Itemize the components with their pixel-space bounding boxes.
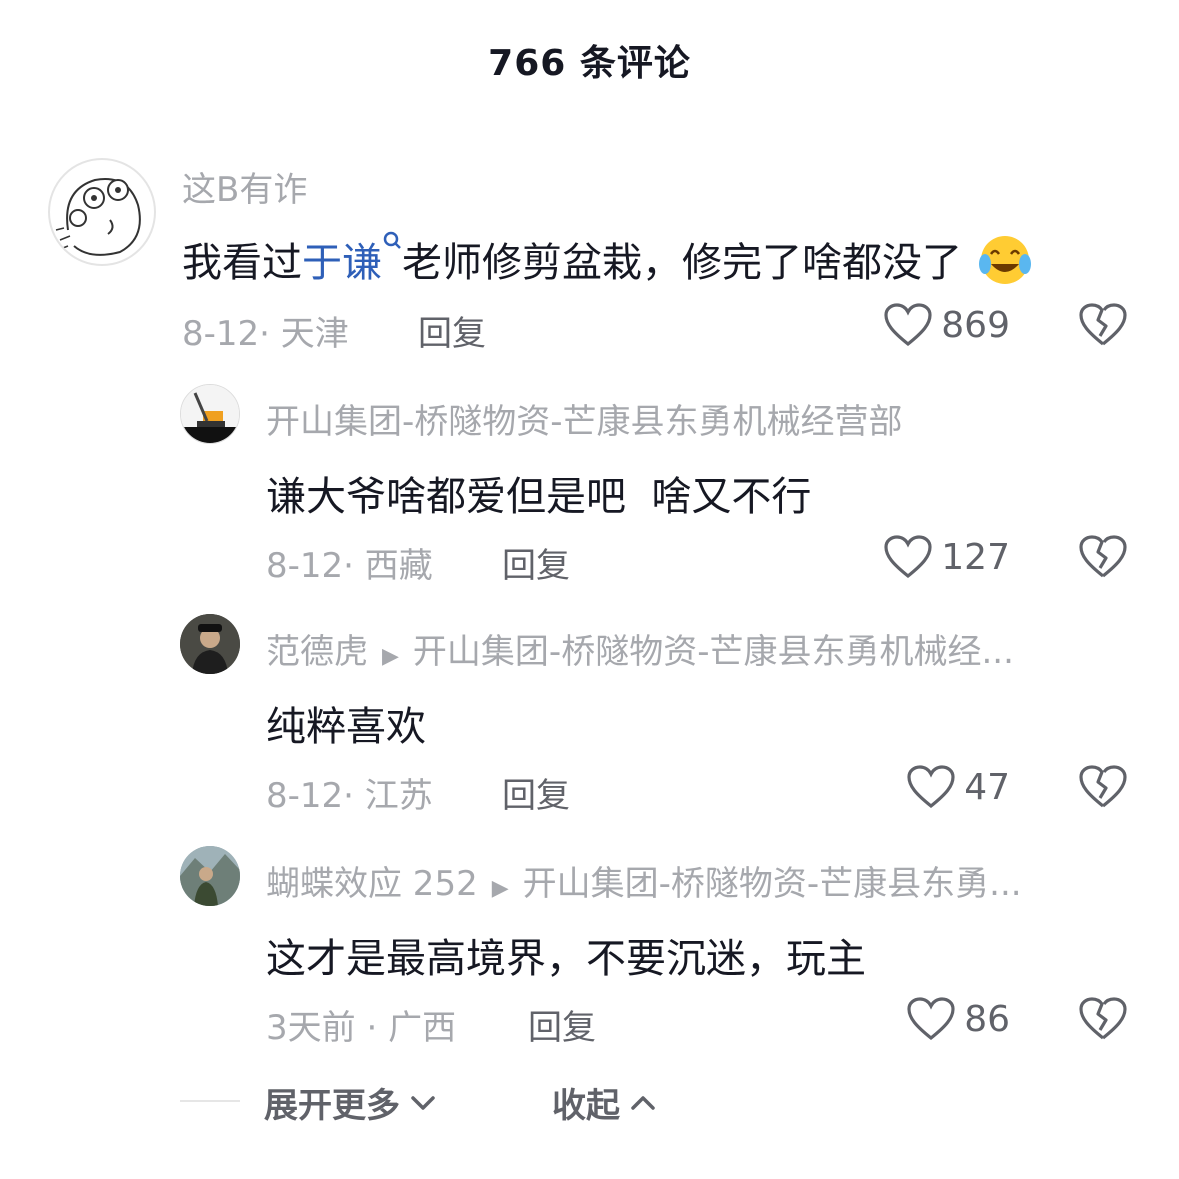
like-button[interactable]: 869 xyxy=(810,302,1010,348)
reply-item: 蝴蝶效应 252 ▶ 开山集团-桥隧物资-芒康县东勇... 这才是最高境界，不要沉迷… xyxy=(0,844,1179,1048)
divider-line xyxy=(180,1100,240,1102)
dislike-button[interactable] xyxy=(1078,302,1128,352)
rage-face-avatar-icon xyxy=(55,178,141,256)
person-avatar-icon xyxy=(180,614,240,674)
chevron-up-icon xyxy=(631,1095,655,1110)
reply-meta: 8-12· 西藏 xyxy=(266,546,433,586)
comment-date: 8-12 xyxy=(182,314,260,354)
comment-username[interactable]: 这B有诈 xyxy=(182,162,782,211)
comment-meta: 8-12· 天津 xyxy=(182,314,349,354)
comment-item: 这B有诈 我看过于谦 老师修剪盆栽，修完了啥都没了 8-12· 天津 回复 869 xyxy=(0,150,1179,354)
collapse-label: 收起 xyxy=(552,1086,620,1126)
like-count: 86 xyxy=(964,998,1010,1040)
heart-icon xyxy=(907,997,955,1041)
like-button[interactable]: 86 xyxy=(810,996,1010,1042)
reply-date: 3天前 xyxy=(266,1008,356,1048)
hashtag-link[interactable]: 于谦 xyxy=(302,240,382,286)
broken-heart-icon xyxy=(1079,303,1127,346)
like-button[interactable]: 47 xyxy=(810,764,1010,810)
heart-icon xyxy=(884,535,932,579)
reply-to-username[interactable]: 开山集团-桥隧物资-芒康县东勇机械经... xyxy=(413,632,1014,672)
reply-to-username[interactable]: 开山集团-桥隧物资-芒康县东勇... xyxy=(523,864,1022,904)
reply-date: 8-12 xyxy=(266,546,344,586)
reply-username[interactable]: 开山集团-桥隧物资-芒康县东勇机械经营部 xyxy=(266,394,1126,443)
reply-username[interactable]: 范德虎 xyxy=(266,632,368,672)
dislike-button[interactable] xyxy=(1078,996,1128,1046)
broken-heart-icon xyxy=(1079,765,1127,808)
comments-count-title: 766 条评论 xyxy=(488,43,691,84)
expand-more-button[interactable]: 展开更多 xyxy=(264,1078,438,1127)
reply-date: 8-12 xyxy=(266,776,344,816)
reply-item: 范德虎 ▶ 开山集团-桥隧物资-芒康县东勇机械经... 纯粹喜欢 8-12· 江苏 … xyxy=(0,612,1179,816)
heart-icon xyxy=(884,303,932,347)
reply-arrow-icon: ▶ xyxy=(491,876,509,901)
machinery-avatar-icon xyxy=(181,385,239,443)
reply-username[interactable]: 蝴蝶效应 252 xyxy=(266,864,478,904)
person-avatar-icon xyxy=(180,846,240,906)
reply-username-line: 范德虎 ▶ 开山集团-桥隧物资-芒康县东勇机械经... xyxy=(266,624,1128,673)
reply-location: 西藏 xyxy=(364,546,433,586)
comment-location: 天津 xyxy=(280,314,349,354)
chevron-down-icon xyxy=(411,1095,435,1110)
like-count: 127 xyxy=(941,536,1010,578)
reply-button[interactable]: 回复 xyxy=(418,306,486,355)
reply-text: 谦大爷啥都爱但是吧 啥又不行 xyxy=(266,474,812,520)
dislike-button[interactable] xyxy=(1078,764,1128,814)
reply-text: 纯粹喜欢 xyxy=(266,704,426,750)
avatar[interactable] xyxy=(180,614,240,674)
reply-button[interactable]: 回复 xyxy=(528,1000,596,1049)
like-button[interactable]: 127 xyxy=(810,534,1010,580)
reply-location: 江苏 xyxy=(364,776,433,816)
like-count: 869 xyxy=(941,304,1010,346)
reply-text: 这才是最高境界，不要沉迷，玩主 xyxy=(266,936,866,982)
reply-button[interactable]: 回复 xyxy=(502,768,570,817)
avatar[interactable] xyxy=(180,846,240,906)
heart-icon xyxy=(907,765,955,809)
comment-text-before: 我看过 xyxy=(182,240,302,286)
crying-laughing-emoji-icon xyxy=(978,236,1031,284)
expand-more-label: 展开更多 xyxy=(264,1086,400,1126)
dislike-button[interactable] xyxy=(1078,534,1128,584)
reply-username-line: 蝴蝶效应 252 ▶ 开山集团-桥隧物资-芒康县东勇... xyxy=(266,856,1128,905)
broken-heart-icon xyxy=(1079,997,1127,1040)
reply-meta: 8-12· 江苏 xyxy=(266,776,433,816)
comment-text-after: 老师修剪盆栽，修完了啥都没了 xyxy=(402,240,962,286)
search-icon[interactable] xyxy=(382,230,402,254)
avatar[interactable] xyxy=(180,384,240,444)
reply-item: 开山集团-桥隧物资-芒康县东勇机械经营部 谦大爷啥都爱但是吧 啥又不行 8-12… xyxy=(0,380,1179,586)
like-count: 47 xyxy=(964,766,1010,808)
broken-heart-icon xyxy=(1079,535,1127,578)
collapse-button[interactable]: 收起 xyxy=(552,1078,658,1127)
reply-location: 广西 xyxy=(388,1008,457,1048)
reply-meta: 3天前 · 广西 xyxy=(266,1008,457,1048)
reply-arrow-icon: ▶ xyxy=(382,644,399,669)
avatar[interactable] xyxy=(48,158,156,266)
reply-button[interactable]: 回复 xyxy=(502,538,570,587)
comment-text: 我看过于谦 老师修剪盆栽，修完了啥都没了 xyxy=(182,230,1035,288)
